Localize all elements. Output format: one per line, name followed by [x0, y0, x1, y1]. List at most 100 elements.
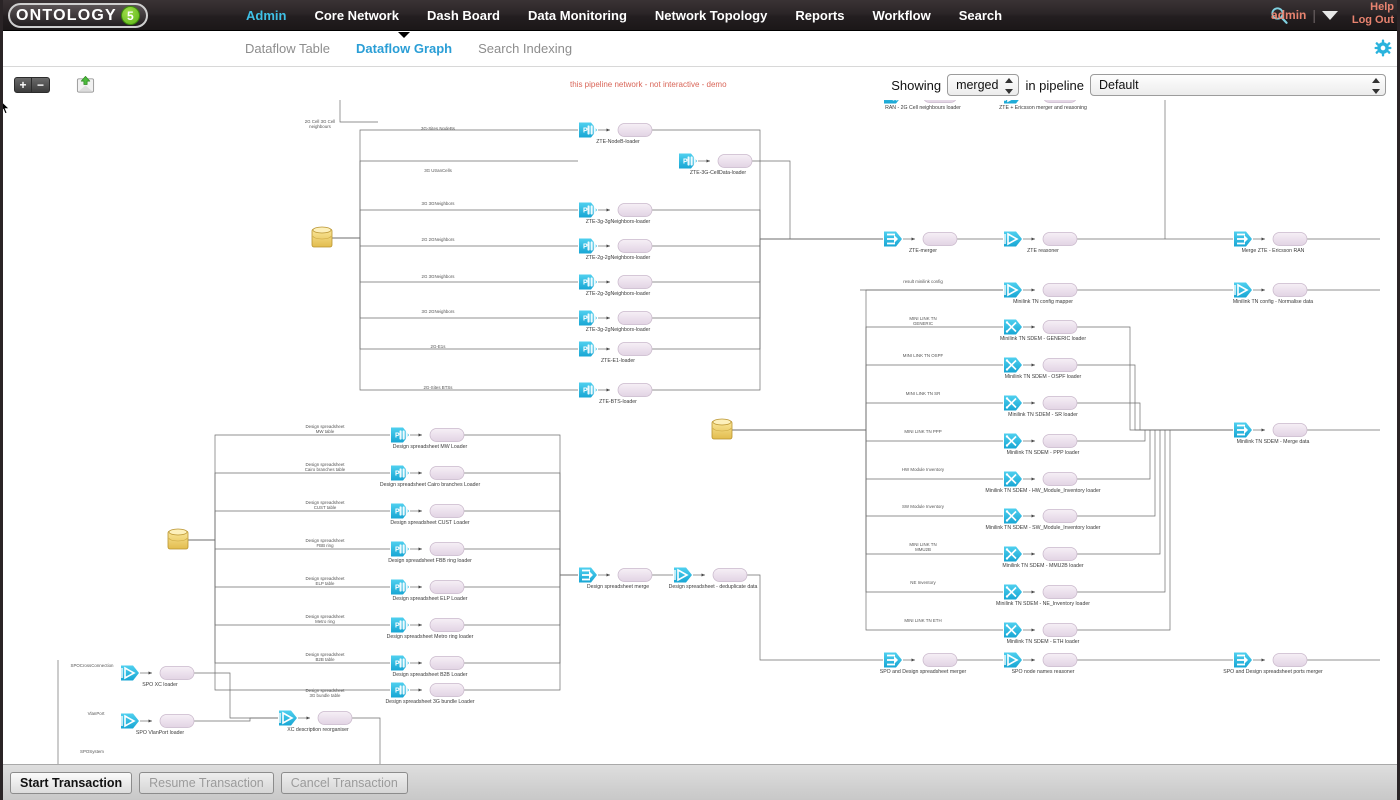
graph-dataset[interactable]	[617, 239, 653, 253]
graph-dataset[interactable]	[923, 100, 957, 103]
graph-node-loader[interactable]: P	[579, 202, 597, 218]
graph-node-reason[interactable]	[1004, 282, 1022, 298]
graph-dataset[interactable]	[159, 666, 195, 680]
graph-dataset[interactable]	[429, 428, 465, 442]
graph-dataset[interactable]	[617, 203, 653, 217]
chevron-down-icon[interactable]	[1322, 10, 1338, 20]
showing-select[interactable]: merged	[947, 74, 1020, 96]
graph-node-merge[interactable]	[884, 231, 902, 247]
dataflow-graph-canvas[interactable]: P P P P P P P P P P P P P P P P P ZTE-NodeB-loader ZTE-3G…	[0, 100, 1400, 764]
nav-item-workflow[interactable]: Workflow	[858, 0, 944, 31]
zoom-out-button[interactable]: −	[32, 77, 50, 93]
graph-dataset[interactable]	[922, 232, 958, 246]
graph-node-loader[interactable]: P	[391, 503, 409, 519]
nav-item-search[interactable]: Search	[945, 0, 1016, 31]
help-link[interactable]: Help	[1352, 1, 1394, 14]
graph-node-loader[interactable]: P	[391, 579, 409, 595]
graph-node-loader[interactable]: P	[579, 382, 597, 398]
graph-node-loader[interactable]: P	[579, 238, 597, 254]
zoom-in-button[interactable]: +	[14, 77, 32, 93]
graph-dataset[interactable]	[1042, 547, 1078, 561]
graph-dataset[interactable]	[617, 275, 653, 289]
graph-node-merge[interactable]	[884, 652, 902, 668]
graph-node-sdem[interactable]	[1004, 319, 1022, 335]
graph-node-merge[interactable]	[1234, 652, 1252, 668]
nav-item-reports[interactable]: Reports	[781, 0, 858, 31]
pipeline-select[interactable]: Default	[1090, 74, 1386, 96]
graph-node-merge[interactable]	[579, 567, 597, 583]
graph-dataset[interactable]	[429, 504, 465, 518]
graph-dataset[interactable]	[429, 618, 465, 632]
logout-link[interactable]: Log Out	[1352, 14, 1394, 27]
nav-item-core-network[interactable]: Core Network	[300, 0, 413, 31]
graph-dataset[interactable]	[1042, 472, 1078, 486]
graph-dataset[interactable]	[1042, 232, 1078, 246]
graph-node-loader[interactable]: P	[579, 274, 597, 290]
graph-dataset[interactable]	[1042, 358, 1078, 372]
graph-dataset[interactable]	[1042, 585, 1078, 599]
graph-node-reason[interactable]	[279, 710, 297, 726]
graph-dataset[interactable]	[1272, 423, 1308, 437]
graph-node-sdem[interactable]	[1004, 395, 1022, 411]
graph-node-sdem[interactable]	[1004, 622, 1022, 638]
graph-dataset[interactable]	[617, 123, 653, 137]
graph-datasource-cylinder[interactable]	[311, 226, 333, 248]
graph-node-sdem[interactable]	[1004, 584, 1022, 600]
graph-node-loader[interactable]: P	[391, 682, 409, 698]
graph-node-loader[interactable]: P	[391, 541, 409, 557]
graph-dataset[interactable]	[617, 568, 653, 582]
graph-node-sdem[interactable]	[1004, 508, 1022, 524]
graph-dataset[interactable]	[1272, 232, 1308, 246]
graph-node-reason[interactable]	[121, 665, 139, 681]
tab-search-indexing[interactable]: Search Indexing	[465, 41, 585, 56]
graph-node-sdem[interactable]	[1004, 471, 1022, 487]
graph-dataset[interactable]	[712, 568, 748, 582]
graph-dataset[interactable]	[1043, 100, 1077, 103]
graph-node-loader[interactable]: P	[391, 655, 409, 671]
graph-node-loader[interactable]: P	[579, 122, 597, 138]
user-menu[interactable]: admin |	[1271, 3, 1338, 27]
nav-item-data-monitoring[interactable]: Data Monitoring	[514, 0, 641, 31]
app-logo[interactable]: ONTOLOGY 5	[8, 3, 148, 28]
graph-node-loader[interactable]: P	[884, 100, 902, 104]
graph-node-sdem[interactable]	[1004, 433, 1022, 449]
graph-node-reason[interactable]	[1004, 100, 1022, 104]
tab-dataflow-graph[interactable]: Dataflow Graph	[343, 41, 465, 56]
nav-item-admin[interactable]: Admin	[232, 0, 300, 31]
graph-dataset[interactable]	[717, 154, 753, 168]
graph-dataset[interactable]	[617, 311, 653, 325]
graph-node-loader[interactable]: P	[579, 310, 597, 326]
graph-dataset[interactable]	[429, 683, 465, 697]
graph-dataset[interactable]	[429, 466, 465, 480]
graph-dataset[interactable]	[429, 542, 465, 556]
start-transaction-button[interactable]: Start Transaction	[10, 771, 133, 794]
graph-dataset[interactable]	[922, 653, 958, 667]
graph-node-sdem[interactable]	[1004, 357, 1022, 373]
graph-node-sdem[interactable]	[1004, 546, 1022, 562]
graph-dataset[interactable]	[1042, 623, 1078, 637]
graph-node-merge[interactable]	[1234, 422, 1252, 438]
graph-node-reason[interactable]	[121, 713, 139, 729]
nav-item-dash-board[interactable]: Dash Board	[413, 0, 514, 31]
graph-dataset[interactable]	[1042, 320, 1078, 334]
graph-node-loader[interactable]: P	[579, 341, 597, 357]
graph-node-reason[interactable]	[1004, 231, 1022, 247]
graph-node-loader[interactable]: P	[391, 427, 409, 443]
graph-dataset[interactable]	[1272, 653, 1308, 667]
graph-node-loader[interactable]: P	[391, 465, 409, 481]
tab-dataflow-table[interactable]: Dataflow Table	[232, 41, 343, 56]
graph-dataset[interactable]	[617, 342, 653, 356]
graph-datasource-cylinder[interactable]	[167, 528, 189, 550]
graph-dataset[interactable]	[159, 714, 195, 728]
graph-node-reason[interactable]	[674, 567, 692, 583]
graph-datasource-cylinder[interactable]	[711, 418, 733, 440]
graph-dataset[interactable]	[317, 711, 353, 725]
graph-node-loader[interactable]: P	[391, 617, 409, 633]
graph-dataset[interactable]	[429, 656, 465, 670]
graph-dataset[interactable]	[1272, 283, 1308, 297]
graph-dataset[interactable]	[429, 580, 465, 594]
graph-node-loader[interactable]: P	[679, 153, 697, 169]
graph-node-reason[interactable]	[1234, 282, 1252, 298]
graph-node-reason[interactable]	[1004, 652, 1022, 668]
nav-item-network-topology[interactable]: Network Topology	[641, 0, 781, 31]
